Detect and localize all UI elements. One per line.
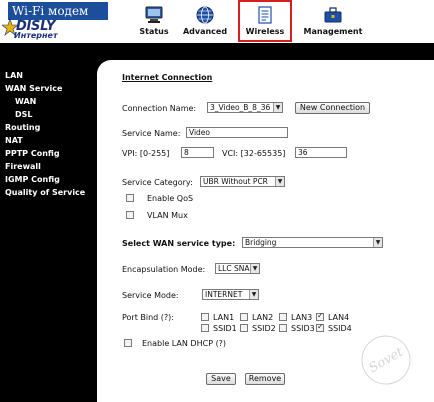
watermark-text: Sovet (366, 344, 406, 376)
chevron-down-icon: ▼ (275, 177, 284, 186)
nav-advanced-label: Advanced (182, 27, 228, 36)
sidebar-item-wan-service[interactable]: WAN Service (5, 84, 62, 93)
wan-service-type-label: Select WAN service type: (122, 239, 236, 248)
service-mode-value: INTERNET (205, 290, 243, 299)
globe-icon (196, 6, 214, 24)
service-category-value: UBR Without PCR (203, 177, 268, 186)
monitor-icon (145, 6, 163, 23)
port-lan1-label: LAN1 (213, 313, 235, 322)
nav-management-label: Management (303, 27, 363, 36)
sidebar-item-qos[interactable]: Quality of Service (5, 188, 85, 197)
toolbox-icon (324, 7, 342, 23)
encapsulation-select[interactable]: LLC SNAP ▼ (215, 263, 260, 274)
nav-status[interactable]: Status (134, 0, 174, 43)
sidebar: LAN WAN Service WAN DSL Routing NAT PPTP… (0, 43, 97, 402)
sidebar-item-routing[interactable]: Routing (5, 123, 40, 132)
enable-qos-label: Enable QoS (147, 194, 194, 203)
sidebar-item-igmp-config[interactable]: IGMP Config (5, 175, 60, 184)
connection-name-select[interactable]: 3_Video_B_8_36 ▼ (207, 102, 283, 113)
vlan-mux-checkbox[interactable] (126, 211, 134, 219)
service-mode-label: Service Mode: (122, 291, 179, 300)
port-ssid1-label: SSID1 (213, 324, 237, 333)
new-connection-button[interactable]: New Connection (295, 102, 370, 114)
port-ssid2-label: SSID2 (252, 324, 276, 333)
enable-lan-dhcp-label: Enable LAN DHCP (?) (142, 339, 227, 348)
logo-banner: Wi-Fi модем (8, 2, 108, 20)
port-ssid1-checkbox[interactable] (201, 324, 209, 332)
port-lan4-label: LAN4 (328, 313, 350, 322)
nav-status-label: Status (139, 27, 169, 36)
logo: Wi-Fi модем DISLY Интернет (0, 0, 110, 43)
vlan-mux-label: VLAN Mux (147, 211, 188, 220)
section-title: Internet Connection (122, 73, 213, 82)
enable-qos-checkbox[interactable] (126, 194, 134, 202)
sidebar-item-lan[interactable]: LAN (5, 71, 23, 80)
port-lan4-checkbox[interactable] (316, 311, 324, 321)
connection-name-label: Connection Name: (122, 104, 197, 113)
service-name-label: Service Name: (122, 129, 181, 138)
service-category-select[interactable]: UBR Without PCR ▼ (200, 176, 285, 187)
port-lan3-checkbox[interactable] (279, 313, 287, 321)
logo-subtitle: Интернет (14, 31, 58, 40)
sidebar-item-dsl[interactable]: DSL (15, 110, 33, 119)
vpi-label: VPI: [0-255] (122, 149, 170, 158)
port-ssid2-checkbox[interactable] (240, 324, 248, 332)
vci-input[interactable]: 36 (295, 147, 347, 158)
sidebar-item-pptp-config[interactable]: PPTP Config (5, 149, 60, 158)
chevron-down-icon: ▼ (250, 264, 259, 273)
nav-advanced[interactable]: Advanced (180, 0, 230, 43)
port-lan3-label: LAN3 (291, 313, 313, 322)
encapsulation-value: LLC SNAP (218, 264, 255, 273)
sidebar-item-firewall[interactable]: Firewall (5, 162, 41, 171)
nav-wireless-label: Wireless (245, 27, 285, 36)
vci-label: VCI: [32-65535] (222, 149, 286, 158)
chevron-down-icon: ▼ (249, 290, 258, 299)
wan-service-type-select[interactable]: Bridging ▼ (242, 237, 383, 248)
port-ssid3-label: SSID3 (291, 324, 315, 333)
wan-service-type-value: Bridging (245, 238, 277, 247)
sidebar-item-wan[interactable]: WAN (15, 97, 36, 106)
chevron-down-icon: ▼ (273, 103, 282, 112)
port-lan2-checkbox[interactable] (240, 313, 248, 321)
chevron-down-icon: ▼ (373, 238, 382, 247)
connection-name-value: 3_Video_B_8_36 (210, 103, 271, 112)
port-ssid3-checkbox[interactable] (279, 324, 287, 332)
port-ssid4-checkbox[interactable] (316, 322, 324, 332)
service-mode-select[interactable]: INTERNET ▼ (202, 289, 259, 300)
service-name-input[interactable]: Video (186, 127, 288, 138)
header-bar: Wi-Fi модем DISLY Интернет Status Advanc… (0, 0, 434, 43)
sovet-watermark-logo: Sovet (361, 335, 411, 385)
port-lan2-label: LAN2 (252, 313, 274, 322)
nav-wireless[interactable]: Wireless (238, 0, 292, 42)
sidebar-item-nat[interactable]: NAT (5, 136, 23, 145)
port-ssid4-label: SSID4 (328, 324, 352, 333)
service-category-label: Service Category: (122, 178, 193, 187)
document-icon (258, 6, 272, 24)
encapsulation-label: Encapsulation Mode: (122, 265, 206, 274)
vpi-input[interactable]: 8 (181, 147, 214, 158)
port-lan1-checkbox[interactable] (201, 313, 209, 321)
port-bind-label: Port Bind (?): (122, 313, 174, 322)
save-button[interactable]: Save (206, 373, 236, 385)
remove-button[interactable]: Remove (245, 373, 285, 385)
nav-management[interactable]: Management (303, 0, 363, 43)
enable-lan-dhcp-checkbox[interactable] (124, 339, 132, 347)
